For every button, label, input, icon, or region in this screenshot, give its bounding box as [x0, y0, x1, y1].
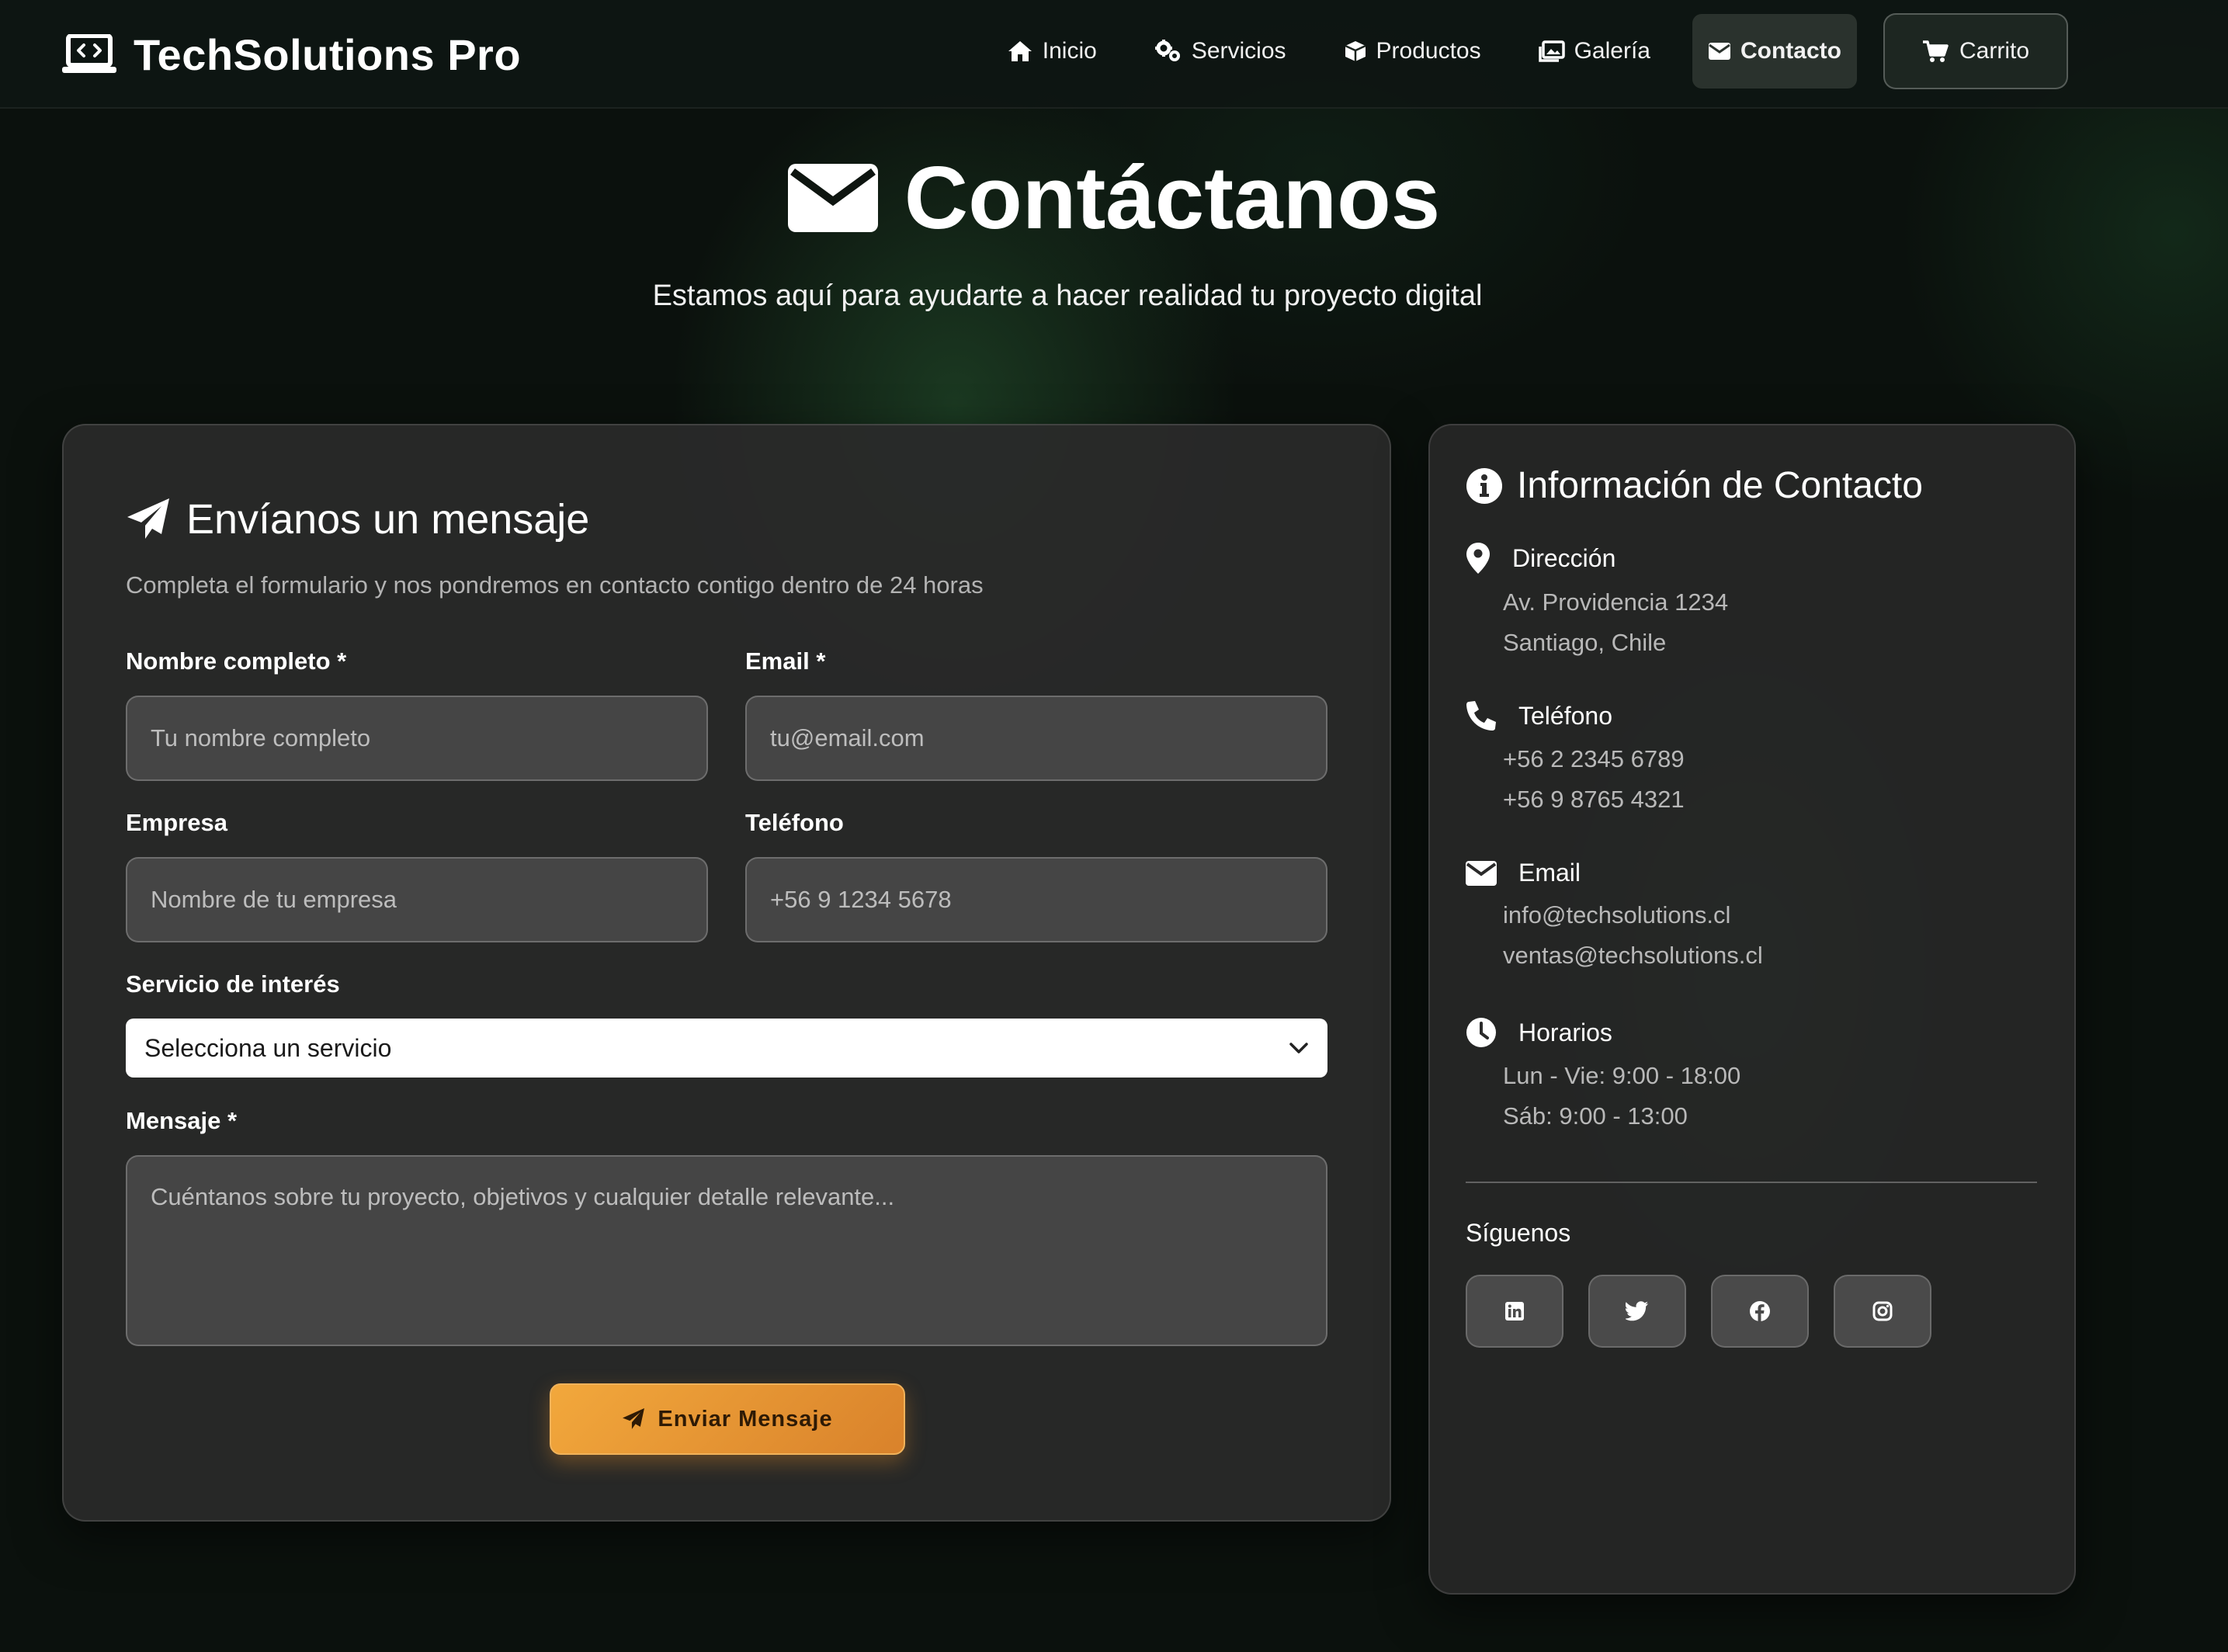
chevron-down-icon: [1289, 1042, 1309, 1054]
home-icon: [1007, 40, 1033, 63]
brand-name: TechSolutions Pro: [134, 30, 522, 79]
company-label: Empresa: [126, 809, 227, 836]
nav-link-productos[interactable]: Productos: [1328, 14, 1497, 88]
twitter-button[interactable]: [1588, 1275, 1686, 1348]
service-label: Servicio de interés: [126, 970, 340, 998]
envelope-icon: [1708, 42, 1731, 61]
nav-link-label: Inicio: [1042, 38, 1097, 64]
info-phone-line: +56 9 8765 4321: [1503, 786, 1685, 813]
name-label: Nombre completo *: [126, 647, 347, 675]
phone-icon: [1466, 700, 1497, 731]
instagram-button[interactable]: [1834, 1275, 1931, 1348]
cart-button[interactable]: Carrito: [1883, 13, 2068, 89]
info-address-title: Dirección: [1512, 543, 1616, 572]
envelope-icon: [787, 164, 878, 232]
form-description: Completa el formulario y nos pondremos e…: [126, 571, 984, 599]
contact-info-card: Información de Contacto Dirección Av. Pr…: [1428, 424, 2076, 1595]
social-links: [1466, 1275, 1931, 1348]
phone-label: Teléfono: [745, 809, 844, 836]
paper-plane-icon: [126, 497, 171, 542]
info-email-line: info@techsolutions.cl: [1503, 901, 1731, 928]
info-address: Dirección Av. Providencia 1234 Santiago,…: [1466, 542, 2040, 663]
send-message-button[interactable]: Enviar Mensaje: [550, 1383, 905, 1455]
twitter-icon: [1626, 1301, 1649, 1321]
instagram-icon: [1872, 1301, 1893, 1321]
map-marker-icon: [1466, 542, 1491, 574]
laptop-code-icon: [62, 34, 116, 75]
info-hours-line: Sáb: 9:00 - 13:00: [1503, 1102, 1688, 1130]
message-textarea[interactable]: Cuéntanos sobre tu proyecto, objetivos y…: [126, 1155, 1327, 1346]
info-circle-icon: [1466, 467, 1503, 505]
send-message-label: Enviar Mensaje: [658, 1406, 833, 1432]
form-title: Envíanos un mensaje: [186, 496, 590, 543]
cart-icon: [1922, 40, 1949, 63]
cogs-icon: [1154, 40, 1182, 63]
info-hours: Horarios Lun - Vie: 9:00 - 18:00 Sáb: 9:…: [1466, 1017, 2040, 1137]
images-icon: [1538, 40, 1565, 62]
info-email-line: ventas@techsolutions.cl: [1503, 942, 1763, 969]
info-heading: Información de Contacto: [1466, 464, 1923, 507]
info-address-line: Av. Providencia 1234: [1503, 588, 1729, 616]
navbar: TechSolutions Pro Inicio Servicios Produ…: [0, 0, 2228, 109]
company-input[interactable]: Nombre de tu empresa: [126, 857, 708, 942]
nav-link-contacto[interactable]: Contacto: [1692, 14, 1857, 88]
message-label: Mensaje *: [126, 1107, 238, 1134]
info-phone-title: Teléfono: [1518, 701, 1612, 730]
email-input[interactable]: tu@email.com: [745, 696, 1327, 781]
box-icon: [1344, 40, 1367, 63]
info-hours-title: Horarios: [1518, 1018, 1612, 1046]
nav-link-label: Galería: [1574, 38, 1650, 64]
contact-form-card: Envíanos un mensaje Completa el formular…: [62, 424, 1391, 1522]
name-input[interactable]: Tu nombre completo: [126, 696, 708, 781]
page-subtitle: Estamos aquí para ayudarte a hacer reali…: [652, 279, 1483, 312]
info-hours-line: Lun - Vie: 9:00 - 18:00: [1503, 1062, 1741, 1089]
hero-title-row: Contáctanos: [0, 148, 2228, 248]
nav-link-inicio[interactable]: Inicio: [991, 14, 1112, 88]
info-title: Información de Contacto: [1517, 465, 1923, 506]
page-title: Contáctanos: [904, 148, 1441, 248]
email-label: Email *: [745, 647, 826, 675]
info-phone: Teléfono +56 2 2345 6789 +56 9 8765 4321: [1466, 700, 2040, 820]
brand[interactable]: TechSolutions Pro: [62, 26, 521, 82]
linkedin-button[interactable]: [1466, 1275, 1563, 1348]
cart-label: Carrito: [1959, 38, 2029, 64]
info-address-line: Santiago, Chile: [1503, 629, 1667, 656]
form-heading: Envíanos un mensaje: [126, 495, 589, 543]
nav-links: Inicio Servicios Productos Galería Conta…: [991, 13, 2068, 89]
phone-input[interactable]: +56 9 1234 5678: [745, 857, 1327, 942]
clock-icon: [1466, 1017, 1497, 1048]
info-email-title: Email: [1518, 859, 1581, 887]
linkedin-icon: [1504, 1301, 1525, 1321]
facebook-icon: [1749, 1300, 1771, 1322]
facebook-button[interactable]: [1711, 1275, 1809, 1348]
info-email: Email info@techsolutions.cl ventas@techs…: [1466, 859, 2040, 976]
nav-link-galeria[interactable]: Galería: [1523, 14, 1666, 88]
nav-link-label: Productos: [1376, 38, 1481, 64]
nav-link-servicios[interactable]: Servicios: [1139, 14, 1302, 88]
envelope-icon: [1466, 860, 1497, 886]
divider: [1466, 1182, 2037, 1183]
paper-plane-icon: [622, 1407, 645, 1431]
nav-link-label: Servicios: [1191, 38, 1286, 64]
info-phone-line: +56 2 2345 6789: [1503, 745, 1685, 772]
service-select-value: Selecciona un servicio: [144, 1033, 392, 1062]
nav-link-label: Contacto: [1740, 38, 1841, 64]
service-select[interactable]: Selecciona un servicio: [126, 1019, 1327, 1078]
follow-label: Síguenos: [1466, 1219, 1571, 1247]
